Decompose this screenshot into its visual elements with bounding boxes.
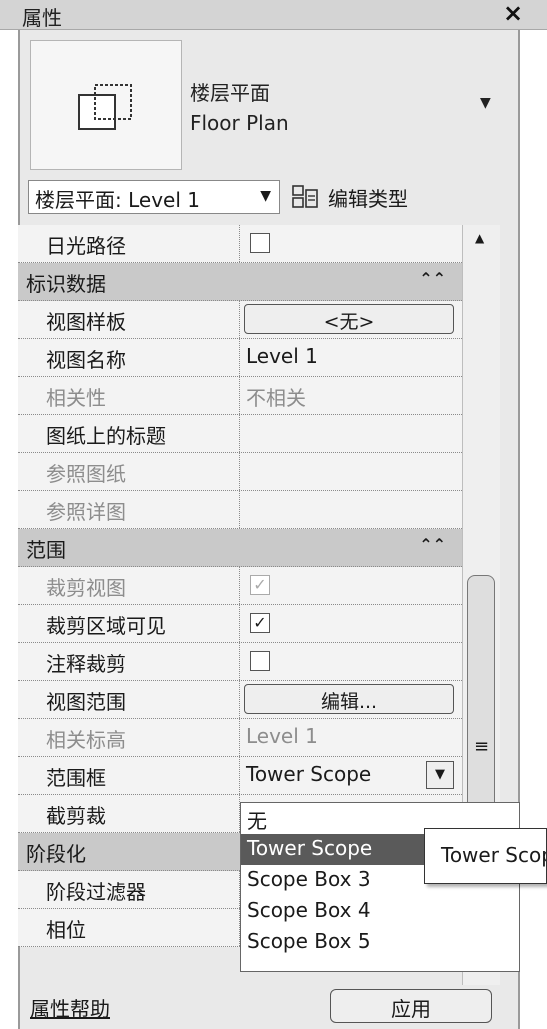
property-value-cell — [240, 453, 462, 490]
property-row: 参照详图 — [18, 491, 462, 529]
apply-button[interactable]: 应用 — [330, 989, 492, 1023]
property-value-cell: 不相关 — [240, 377, 462, 414]
scroll-thumb[interactable]: ≡ — [467, 575, 495, 825]
property-label: 裁剪区域可见 — [18, 605, 240, 642]
scroll-up-icon[interactable]: ▲ — [475, 231, 484, 245]
property-checkbox[interactable] — [250, 651, 270, 671]
property-label: 范围框 — [18, 757, 240, 794]
type-dropdown-icon[interactable]: ▼ — [480, 95, 491, 111]
property-label: 截剪裁 — [18, 795, 240, 832]
property-row: 图纸上的标题 — [18, 415, 462, 453]
property-value: 不相关 — [246, 386, 306, 410]
type-preview[interactable] — [30, 40, 182, 170]
property-row: 视图名称 Level 1 — [18, 339, 462, 377]
chevron-down-icon: ▼ — [260, 188, 271, 204]
group-label: 范围 — [26, 538, 66, 562]
footer: 属性帮助 应用 — [20, 985, 518, 1029]
property-checkbox: ✓ — [250, 575, 270, 595]
type-name-en: Floor Plan — [190, 111, 289, 135]
property-value: Level 1 — [246, 724, 318, 748]
property-value-cell[interactable]: Level 1 — [240, 339, 462, 376]
property-row: 裁剪区域可见 ✓ — [18, 605, 462, 643]
property-label: 裁剪视图 — [18, 567, 240, 604]
edit-type-icon — [292, 185, 318, 208]
property-label: 视图样板 — [18, 301, 240, 338]
property-row: 参照图纸 — [18, 453, 462, 491]
property-row: 裁剪视图 ✓ — [18, 567, 462, 605]
tooltip: Tower Scope — [424, 828, 547, 884]
type-name: 楼层平面 Floor Plan — [190, 78, 289, 138]
property-label: 阶段过滤器 — [18, 871, 240, 908]
property-row: 相关标高 Level 1 — [18, 719, 462, 757]
property-value-cell[interactable]: ✓ — [240, 605, 462, 642]
type-name-zh: 楼层平面 — [190, 81, 270, 105]
property-value-button[interactable]: 编辑... — [244, 684, 454, 714]
dropdown-option[interactable]: Scope Box 4 — [241, 896, 519, 927]
property-combo-value[interactable]: Tower Scope — [246, 762, 371, 786]
property-row: 日光路径 — [18, 225, 462, 263]
property-row: 视图样板 <无> — [18, 301, 462, 339]
window-title: 属性 — [22, 6, 62, 30]
property-value-cell[interactable]: Tower Scope ▼ — [240, 757, 462, 794]
property-row: 视图范围 编辑... — [18, 681, 462, 719]
property-checkbox[interactable]: ✓ — [250, 613, 270, 633]
property-label: 视图名称 — [18, 339, 240, 376]
property-group[interactable]: 标识数据 ⌃⌃ — [18, 263, 462, 301]
property-checkbox[interactable] — [250, 233, 270, 253]
property-value-cell: Level 1 — [240, 719, 462, 756]
instance-filter-select[interactable]: 楼层平面: Level 1 ▼ — [28, 180, 280, 214]
property-value[interactable]: Level 1 — [246, 344, 318, 368]
property-label: 相关性 — [18, 377, 240, 414]
property-value-cell[interactable] — [240, 643, 462, 680]
property-group[interactable]: 范围 ⌃⌃ — [18, 529, 462, 567]
property-value-cell[interactable] — [240, 225, 462, 262]
property-label: 注释裁剪 — [18, 643, 240, 680]
property-row: 范围框 Tower Scope ▼ — [18, 757, 462, 795]
property-value-cell: ✓ — [240, 567, 462, 604]
property-value-cell[interactable]: <无> — [240, 301, 462, 338]
title-bar: 属性 × — [0, 0, 547, 30]
chevron-down-icon[interactable]: ▼ — [426, 761, 454, 789]
scroll-grip-icon: ≡ — [474, 736, 490, 757]
property-label: 相关标高 — [18, 719, 240, 756]
property-label: 参照详图 — [18, 491, 240, 528]
property-row: 相关性 不相关 — [18, 377, 462, 415]
edit-type-label: 编辑类型 — [328, 187, 408, 211]
property-label: 视图范围 — [18, 681, 240, 718]
property-value-cell[interactable]: 编辑... — [240, 681, 462, 718]
group-label: 标识数据 — [26, 272, 106, 296]
dropdown-option[interactable]: Scope Box 5 — [241, 927, 519, 958]
collapse-icon[interactable]: ⌃⌃ — [419, 535, 446, 554]
floor-plan-icon — [78, 84, 132, 130]
property-row: 注释裁剪 — [18, 643, 462, 681]
property-label: 参照图纸 — [18, 453, 240, 490]
property-value-button[interactable]: <无> — [244, 304, 454, 334]
property-label: 图纸上的标题 — [18, 415, 240, 452]
property-value-cell — [240, 491, 462, 528]
tooltip-text: Tower Scope — [441, 843, 546, 867]
collapse-icon[interactable]: ⌃⌃ — [419, 269, 446, 288]
property-label: 相位 — [18, 909, 240, 946]
property-label: 日光路径 — [18, 225, 240, 262]
instance-filter-value: 楼层平面: Level 1 — [35, 188, 200, 212]
edit-type-button[interactable]: 编辑类型 — [292, 180, 408, 214]
properties-help-link[interactable]: 属性帮助 — [30, 993, 110, 1022]
property-value-cell[interactable] — [240, 415, 462, 452]
close-icon[interactable]: × — [503, 0, 523, 27]
